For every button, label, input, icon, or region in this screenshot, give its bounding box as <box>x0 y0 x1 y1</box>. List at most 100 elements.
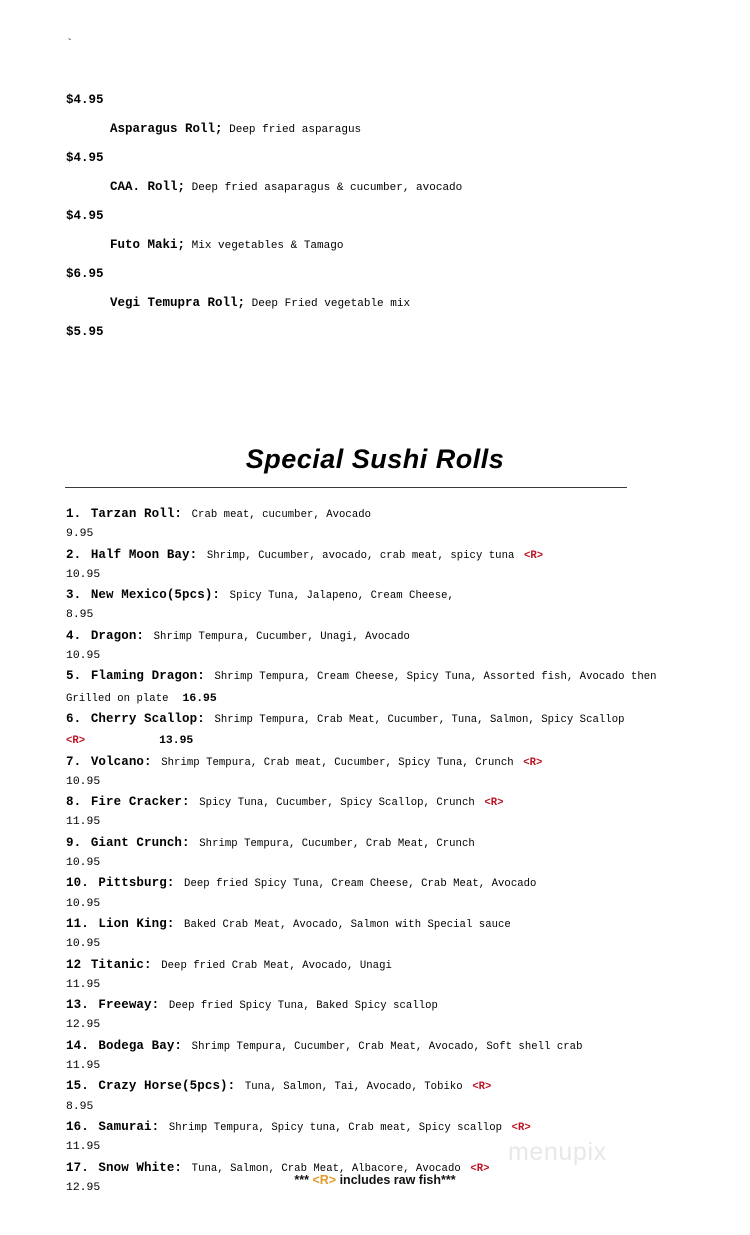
veggie-item-name: Futo Maki; <box>110 238 186 252</box>
veggie-item-price: $5.95 <box>66 325 104 339</box>
menu-page: ` $4.95 Asparagus Roll; Deep fried aspar… <box>0 0 750 1235</box>
special-rolls-list: 1. Tarzan Roll: Crab meat, cucumber, Avo… <box>66 504 706 1198</box>
roll-item-number: 11. <box>66 916 89 931</box>
roll-item: 13. Freeway: Deep fried Spicy Tuna, Bake… <box>66 995 706 1036</box>
veggie-item-description: Mix vegetables & Tamago <box>185 240 344 252</box>
roll-item-number: 14. <box>66 1038 89 1053</box>
roll-item: 16. Samurai: Shrimp Tempura, Spicy tuna,… <box>66 1117 706 1158</box>
roll-item-line: 14. Bodega Bay: Shrimp Tempura, Cucumber… <box>66 1036 706 1057</box>
roll-item-number: 13. <box>66 998 89 1013</box>
roll-item-name: Pittsburg: <box>98 876 175 891</box>
veggie-item-name: Asparagus Roll; <box>110 122 223 136</box>
roll-item-number: 3. <box>66 588 82 603</box>
roll-item-name: Crazy Horse(5pcs): <box>98 1079 236 1094</box>
roll-item-price: 8.95 <box>66 609 94 622</box>
roll-item-number: 9. <box>66 835 82 850</box>
roll-item-number: 10. <box>66 876 89 891</box>
roll-item-number: 7. <box>66 754 82 769</box>
veggie-item: Vegi Temupra Roll; Deep Fried vegetable … <box>66 288 686 346</box>
roll-item-description: Shrimp Tempura, Crab meat, Cucumber, Spi… <box>161 756 514 769</box>
roll-item-price: 13.95 <box>159 735 194 748</box>
roll-item-name: Bodega Bay: <box>98 1038 183 1053</box>
roll-item-line: 15. Crazy Horse(5pcs): Tuna, Salmon, Tai… <box>66 1076 706 1097</box>
roll-item-line: 2. Half Moon Bay: Shrimp, Cucumber, avoc… <box>66 545 706 566</box>
roll-item-description: Deep fried Spicy Tuna, Baked Spicy scall… <box>168 1000 438 1013</box>
roll-item-line: 7. Volcano: Shrimp Tempura, Crab meat, C… <box>66 752 706 773</box>
roll-item-line: 5. Flaming Dragon: Shrimp Tempura, Cream… <box>66 666 706 709</box>
veggie-item-name: CAA. Roll; <box>110 180 186 194</box>
roll-item-line: 1. Tarzan Roll: Crab meat, cucumber, Avo… <box>66 504 706 525</box>
roll-item-number: 15. <box>66 1079 89 1094</box>
roll-item-number: 6. <box>66 711 82 726</box>
roll-item-line: 11. Lion King: Baked Crab Meat, Avocado,… <box>66 914 706 935</box>
raw-fish-flag-icon: <R> <box>472 1081 492 1094</box>
roll-item-line: 12 Titanic: Deep fried Crab Meat, Avocad… <box>66 955 706 976</box>
roll-item: 3. New Mexico(5pcs): Spicy Tuna, Jalapen… <box>66 585 706 626</box>
roll-item-number: 8. <box>66 795 82 810</box>
roll-item-price: 11.95 <box>66 1060 101 1073</box>
roll-item-number: 1. <box>66 507 82 521</box>
roll-item: 6. Cherry Scallop: Shrimp Tempura, Crab … <box>66 709 706 752</box>
roll-item-name: Half Moon Bay: <box>90 547 198 562</box>
footnote-text: includes raw fish*** <box>336 1173 456 1187</box>
roll-item: 1. Tarzan Roll: Crab meat, cucumber, Avo… <box>66 504 706 545</box>
roll-item-name: Fire Cracker: <box>90 795 190 810</box>
raw-fish-footnote: *** <R> includes raw fish*** <box>0 1173 750 1187</box>
veggie-item: Asparagus Roll; Deep fried asparagus $4.9… <box>66 114 686 172</box>
roll-item-name: Lion King: <box>98 916 175 931</box>
veggie-item-list: Asparagus Roll; Deep fried asparagus $4.9… <box>66 114 686 346</box>
roll-item: 15. Crazy Horse(5pcs): Tuna, Salmon, Tai… <box>66 1076 706 1117</box>
raw-fish-flag-icon: <R> <box>511 1121 531 1134</box>
veggie-leading-price: $4.95 <box>66 93 104 107</box>
roll-item-price: 10.95 <box>66 568 101 581</box>
roll-item-price: 11.95 <box>66 978 101 991</box>
veggie-item-description: Deep fried asparagus <box>222 124 362 136</box>
veggie-item-description: Deep Fried vegetable mix <box>245 298 411 310</box>
roll-item-name: Titanic: <box>90 957 152 972</box>
roll-item-name: Cherry Scallop: <box>90 711 205 726</box>
roll-item-name: Freeway: <box>98 998 160 1013</box>
roll-item-description: Shrimp Tempura, Cucumber, Unagi, Avocado <box>153 630 410 643</box>
roll-item-description: Deep fried Spicy Tuna, Cream Cheese, Cra… <box>184 878 537 891</box>
footnote-raw-flag-icon: <R> <box>312 1173 337 1187</box>
roll-item-line: 6. Cherry Scallop: Shrimp Tempura, Crab … <box>66 709 706 752</box>
roll-item-name: Flaming Dragon: <box>90 669 205 684</box>
roll-item-price: 9.95 <box>66 528 94 541</box>
roll-item-description: Deep fried Crab Meat, Avocado, Unagi <box>161 959 392 972</box>
roll-item-name: Tarzan Roll: <box>90 507 183 521</box>
roll-item-name: New Mexico(5pcs): <box>90 588 221 603</box>
roll-item: 8. Fire Cracker: Spicy Tuna, Cucumber, S… <box>66 792 706 833</box>
page-title: Special Sushi Rolls <box>245 444 505 474</box>
raw-fish-flag-icon: <R> <box>484 797 504 810</box>
veggie-item-name: Vegi Temupra Roll; <box>110 296 246 310</box>
veggie-item-description: Deep fried asaparagus & cucumber, avocad… <box>185 182 463 194</box>
roll-item-price: 10.95 <box>66 938 101 951</box>
roll-item-number: 12 <box>66 957 82 972</box>
roll-item-price: 12.95 <box>66 1019 101 1032</box>
stray-tick-mark: ` <box>66 37 74 51</box>
veggie-item-line: Futo Maki; Mix vegetables & Tamago <box>66 230 686 260</box>
veggie-item-price: $4.95 <box>66 209 104 223</box>
veggie-item: CAA. Roll; Deep fried asaparagus & cucum… <box>66 172 686 230</box>
roll-item: 5. Flaming Dragon: Shrimp Tempura, Cream… <box>66 666 706 709</box>
roll-item-description: Spicy Tuna, Jalapeno, Cream Cheese, <box>229 590 454 603</box>
roll-item-price: 8.95 <box>66 1100 94 1113</box>
roll-item-line: 10. Pittsburg: Deep fried Spicy Tuna, Cr… <box>66 873 706 894</box>
roll-item-price: 10.95 <box>66 775 101 788</box>
roll-item-description: Spicy Tuna, Cucumber, Spicy Scallop, Cru… <box>199 797 475 810</box>
roll-item-description: Shrimp, Cucumber, avocado, crab meat, sp… <box>206 549 515 562</box>
title-divider <box>65 487 627 488</box>
roll-item-number: 4. <box>66 628 82 643</box>
roll-item-number: 16. <box>66 1119 89 1134</box>
raw-fish-flag-icon: <R> <box>66 735 86 748</box>
roll-item-line: 16. Samurai: Shrimp Tempura, Spicy tuna,… <box>66 1117 706 1138</box>
roll-item-description: Shrimp Tempura, Cucumber, Crab Meat, Cru… <box>199 837 475 850</box>
roll-item-line: 3. New Mexico(5pcs): Spicy Tuna, Jalapen… <box>66 585 706 606</box>
roll-item-line: 9. Giant Crunch: Shrimp Tempura, Cucumbe… <box>66 833 706 854</box>
roll-item-price: 11.95 <box>66 1141 101 1154</box>
roll-item-description: Baked Crab Meat, Avocado, Salmon with Sp… <box>184 918 511 931</box>
veggie-roll-section: $4.95 Asparagus Roll; Deep fried asparag… <box>66 86 686 346</box>
roll-item: 10. Pittsburg: Deep fried Spicy Tuna, Cr… <box>66 873 706 914</box>
raw-fish-flag-icon: <R> <box>524 549 544 562</box>
veggie-item-line: Vegi Temupra Roll; Deep Fried vegetable … <box>66 288 686 318</box>
